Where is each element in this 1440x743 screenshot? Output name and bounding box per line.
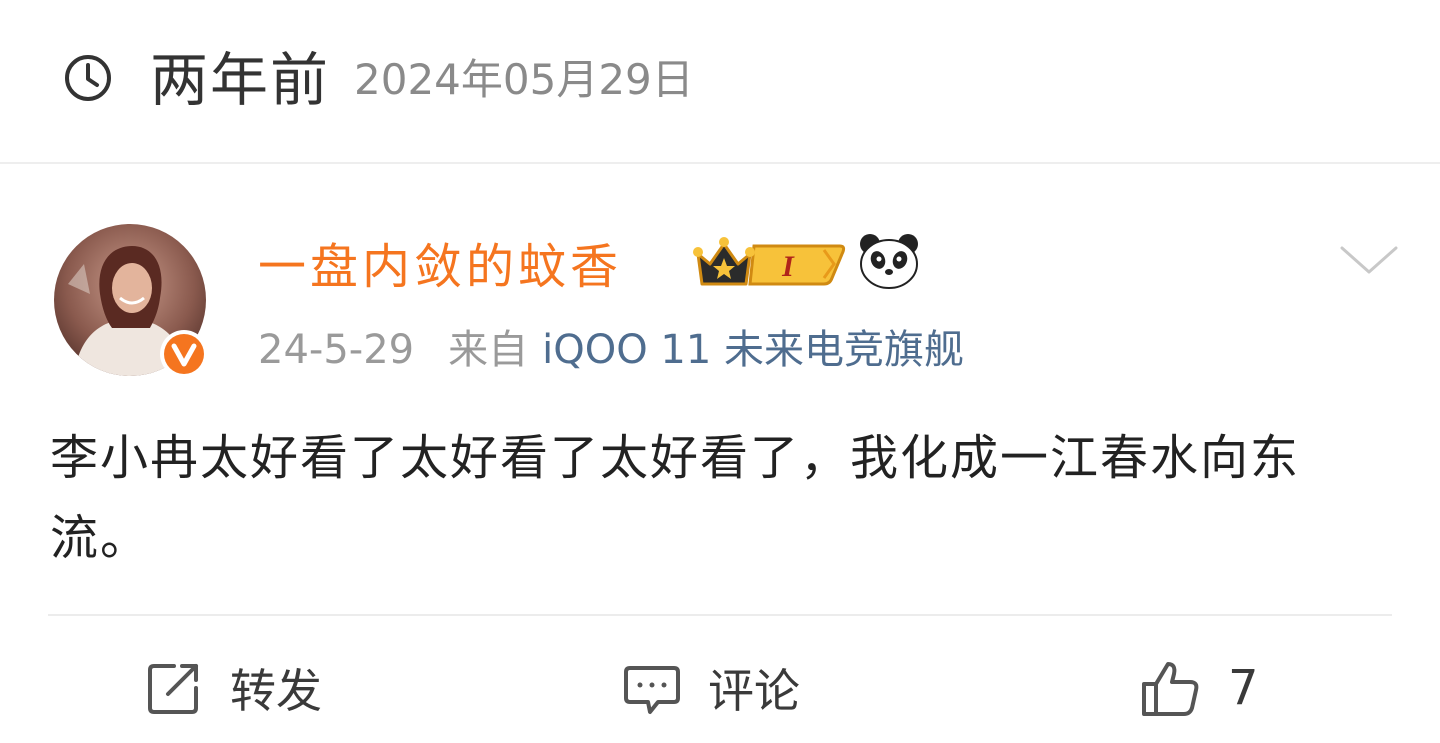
vip-crown-icon[interactable]: I <box>692 234 846 290</box>
clock-icon <box>65 55 111 101</box>
chevron-down-icon[interactable] <box>1338 242 1400 278</box>
from-label: 来自 <box>448 327 529 373</box>
repost-label: 转发 <box>230 664 322 718</box>
time-header: 两年前 2024年05月29日 <box>0 0 1440 164</box>
comment-button[interactable]: 评论 <box>622 652 800 724</box>
comment-label: 评论 <box>708 664 800 718</box>
divider <box>48 614 1392 616</box>
repost-button[interactable]: 转发 <box>144 652 322 724</box>
absolute-date: 2024年05月29日 <box>354 55 694 104</box>
post-meta: 24-5-29 来自 iQOO 11 未来电竞旗舰 <box>258 322 964 378</box>
repost-icon <box>148 664 198 714</box>
relative-time: 两年前 <box>150 46 331 114</box>
comment-icon <box>624 666 680 714</box>
verified-badge-icon <box>160 330 208 378</box>
like-button[interactable]: 7 <box>1140 652 1259 724</box>
like-count: 7 <box>1228 660 1259 716</box>
username[interactable]: 一盘内敛的蚊香 <box>258 232 622 302</box>
source-link[interactable]: iQOO 11 未来电竞旗舰 <box>542 327 964 373</box>
post-date: 24-5-29 <box>258 327 415 373</box>
thumbs-up-icon <box>1142 662 1199 716</box>
vip-level: I <box>781 250 795 283</box>
post-text: 李小冉太好看了太好看了太好看了，我化成一江春水向东流。 <box>50 430 1301 566</box>
panda-icon <box>860 234 918 289</box>
